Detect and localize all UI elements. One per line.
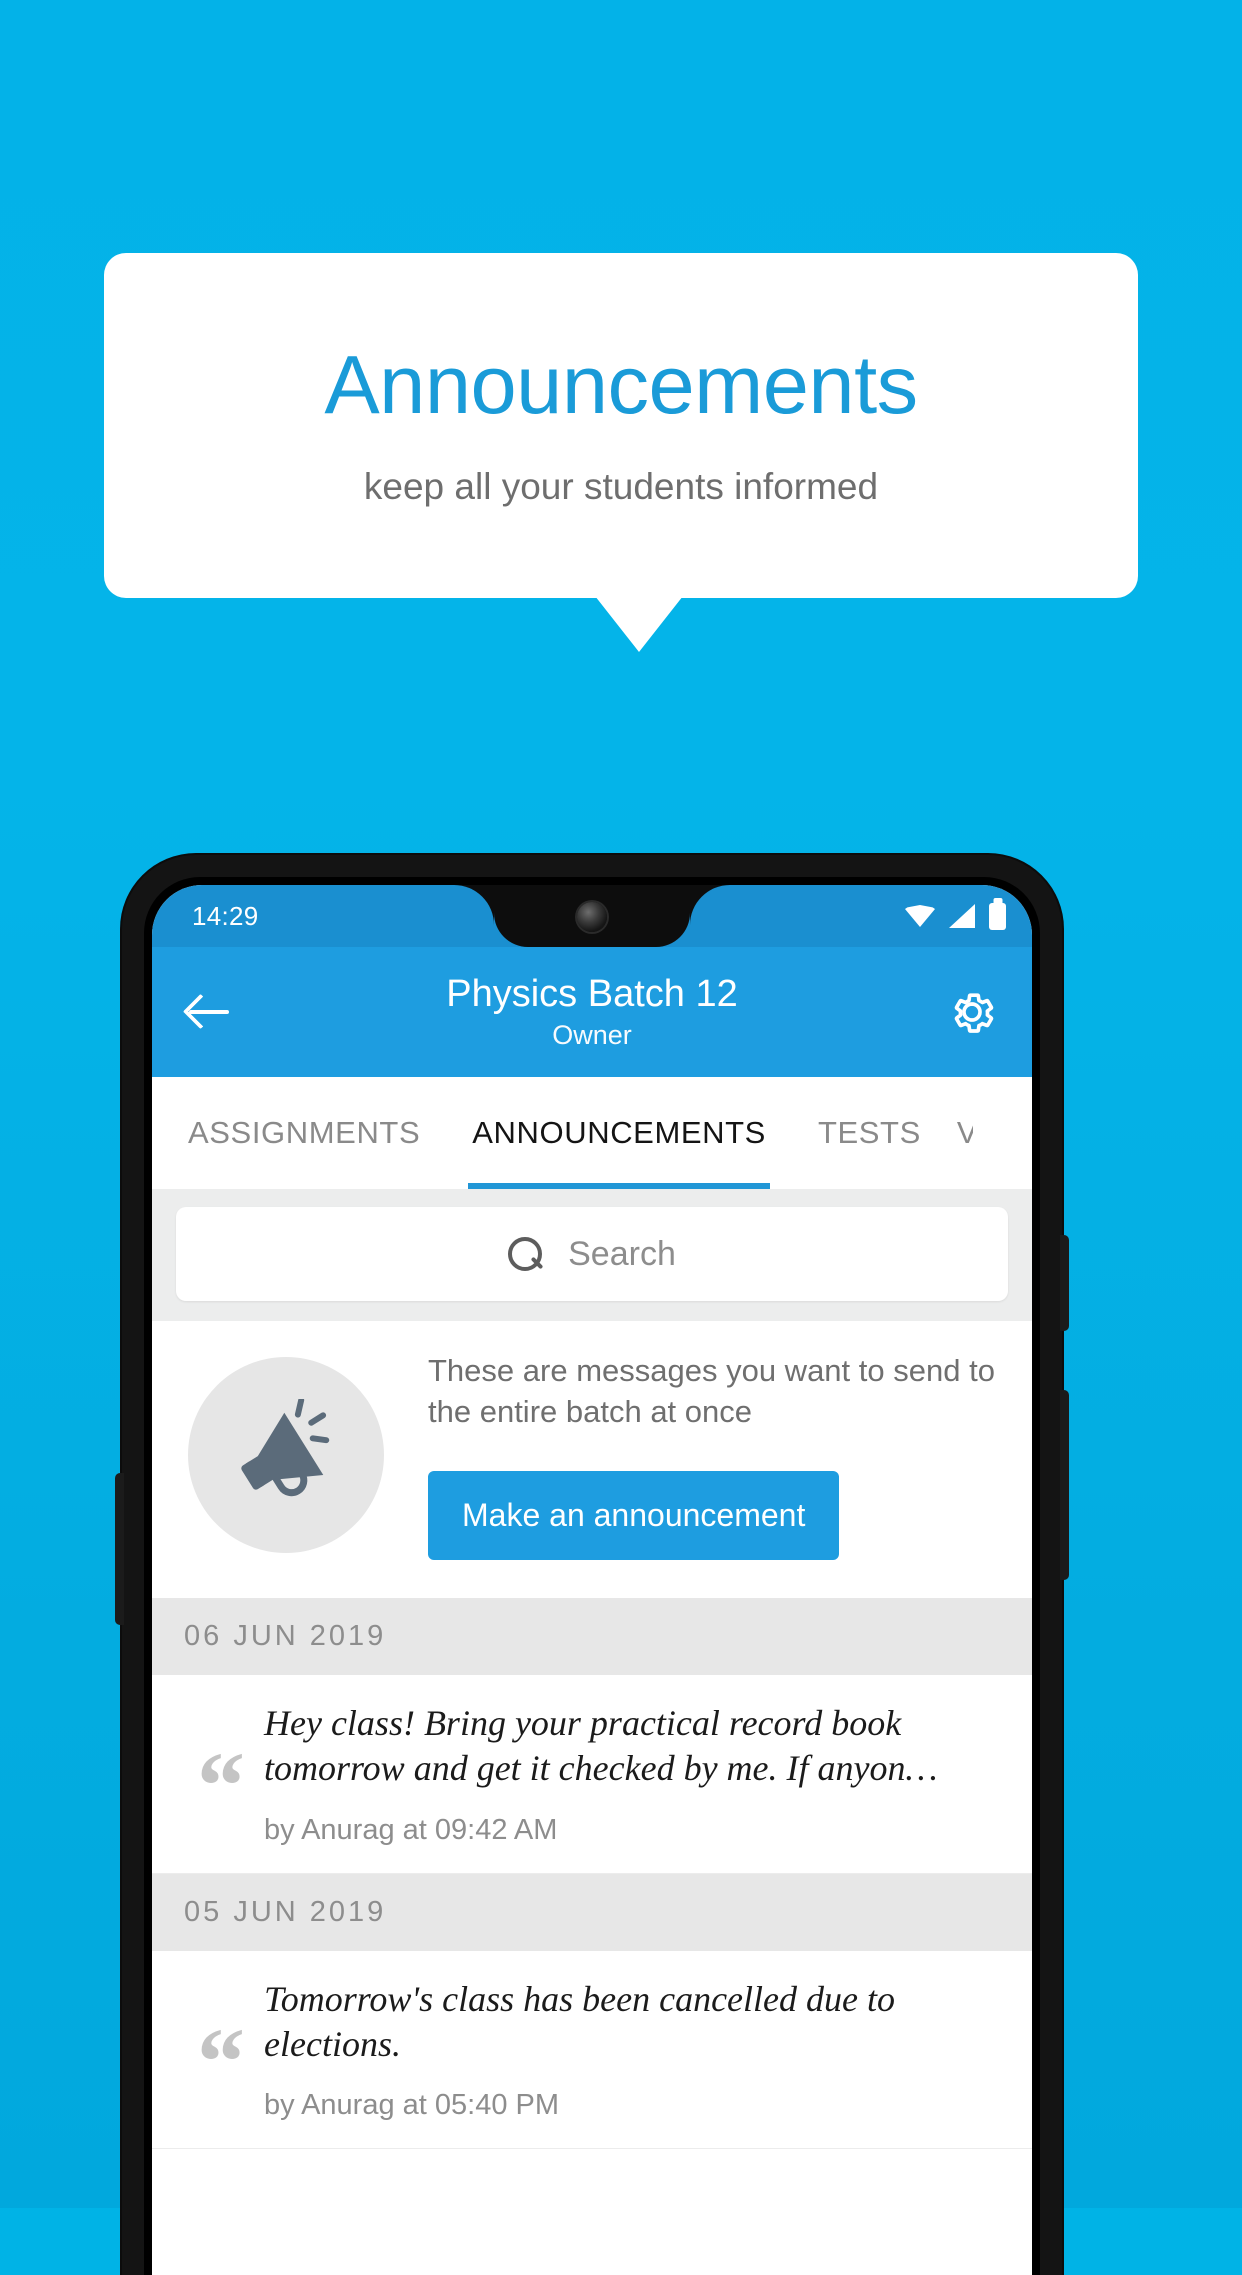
phone-screen: 14:29 Physics Batch 12 Owner ASSIGNMENTS…	[152, 885, 1032, 2275]
promo-card: Announcements keep all your students inf…	[104, 253, 1138, 598]
phone-notch	[454, 885, 730, 947]
announcement-text: Tomorrow's class has been cancelled due …	[264, 1978, 895, 2064]
announcement-body: Hey class! Bring your practical record b…	[264, 1701, 1014, 1847]
front-camera	[577, 902, 607, 932]
announcement-intro-body: These are messages you want to send to t…	[390, 1351, 1002, 1560]
phone-frame: 14:29 Physics Batch 12 Owner ASSIGNMENTS…	[115, 855, 1069, 2275]
gear-icon[interactable]	[946, 986, 998, 1038]
phone-power-button[interactable]	[1060, 1235, 1069, 1331]
announcement-list-item[interactable]: “ Hey class! Bring your practical record…	[152, 1674, 1032, 1874]
search-section: Search	[152, 1189, 1032, 1321]
announcement-intro-card: These are messages you want to send to t…	[152, 1321, 1032, 1598]
tab-tests[interactable]: TESTS	[792, 1077, 947, 1189]
date-header: 06 JUN 2019	[152, 1597, 1032, 1675]
tab-announcements[interactable]: ANNOUNCEMENTS	[446, 1077, 792, 1189]
status-time: 14:29	[192, 900, 259, 931]
app-bar: Physics Batch 12 Owner	[152, 947, 1032, 1077]
wifi-icon	[905, 905, 935, 927]
announcement-text: Hey class! Bring your practical record b…	[264, 1702, 938, 1789]
date-header: 05 JUN 2019	[152, 1873, 1032, 1951]
page-subtitle: Owner	[552, 1020, 632, 1051]
notch-wing-left	[454, 885, 494, 925]
status-icons	[905, 902, 1006, 930]
back-arrow-icon[interactable]	[186, 989, 232, 1035]
announcement-body: Tomorrow's class has been cancelled due …	[264, 1977, 1014, 2123]
make-announcement-button[interactable]: Make an announcement	[428, 1470, 840, 1560]
quote-icon: “	[197, 1731, 245, 1839]
tab-assignments[interactable]: ASSIGNMENTS	[152, 1077, 446, 1189]
page-title: Physics Batch 12	[446, 972, 738, 1015]
search-icon	[508, 1237, 543, 1271]
promo-title: Announcements	[324, 338, 918, 431]
search-input[interactable]: Search	[176, 1207, 1008, 1301]
search-placeholder: Search	[568, 1234, 676, 1273]
phone-bezel: 14:29 Physics Batch 12 Owner ASSIGNMENTS…	[144, 877, 1040, 2275]
quote-icon: “	[197, 2007, 245, 2115]
tab-bar: ASSIGNMENTS ANNOUNCEMENTS TESTS V	[152, 1077, 1032, 1189]
notch-wing-right	[690, 885, 730, 925]
signal-icon	[949, 904, 975, 928]
megaphone-icon	[188, 1357, 384, 1554]
phone-volume-buttons[interactable]	[1060, 1390, 1069, 1580]
promo-subtitle: keep all your students informed	[363, 466, 879, 507]
announcement-meta: by Anurag at 09:42 AM	[264, 1813, 558, 1846]
phone-side-button-left[interactable]	[115, 1473, 124, 1625]
battery-icon	[989, 902, 1006, 930]
announcement-list-item[interactable]: “ Tomorrow's class has been cancelled du…	[152, 1950, 1032, 2150]
promo-card-tail	[595, 596, 683, 652]
status-bar: 14:29	[152, 885, 1032, 947]
app-bar-titles: Physics Batch 12 Owner	[152, 973, 1032, 1052]
tab-next-partial[interactable]: V	[947, 1077, 973, 1189]
announcement-intro-text: These are messages you want to send to t…	[428, 1353, 995, 1429]
announcement-meta: by Anurag at 05:40 PM	[264, 2089, 560, 2122]
